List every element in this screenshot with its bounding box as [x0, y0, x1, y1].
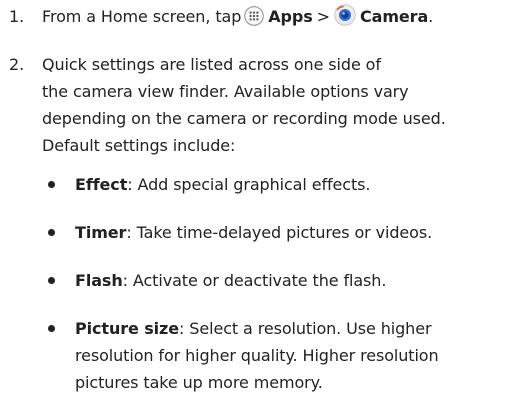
camera-label: Camera [359, 7, 429, 26]
bullet-description: : Activate or deactivate the flash. [122, 271, 387, 290]
apps-label: Apps [268, 7, 313, 26]
text-line: resolution for higher quality. Higher re… [75, 346, 439, 365]
bullet-description: : Take time-delayed pictures or videos. [126, 223, 433, 242]
bullet-term: Timer [75, 223, 127, 242]
bullet-text: Picture size: Select a resolution. Use h… [75, 315, 510, 396]
step-text: From a Home screen, tap Apps > Camera. [42, 3, 512, 34]
text-line: Quick settings are listed across one sid… [42, 55, 381, 74]
bullet-term: Flash [75, 271, 123, 290]
bullet-description: : Add special graphical effects. [127, 175, 371, 194]
step-number: 1. [9, 7, 25, 26]
camera-app-icon [334, 4, 356, 34]
text-line: depending on the camera or recording mod… [42, 109, 446, 128]
text-line: Picture size: Select a resolution. Use h… [75, 315, 510, 342]
instruction-document: 1. From a Home screen, tap Apps > Camera. 2… [0, 0, 515, 395]
step-text: Quick settings are listed across one sid… [42, 51, 512, 159]
bullet-dot [48, 181, 55, 188]
bullet-text: Effect: Add special graphical effects. [75, 171, 510, 198]
bullet-dot [48, 325, 55, 332]
bullet-dot [48, 229, 55, 236]
bullet-term: Picture size [75, 319, 180, 338]
bullet-term: Effect [75, 175, 128, 194]
text-line: Default settings include: [42, 136, 236, 155]
bullet-text: Timer: Take time-delayed pictures or vid… [75, 219, 510, 246]
step-1-suffix: . [428, 7, 434, 26]
bullet-description: : Select a resolution. Use higher [179, 319, 432, 338]
step-1-prefix: From a Home screen, tap [42, 7, 242, 26]
menu-separator: > [316, 7, 330, 26]
bullet-dot [48, 277, 55, 284]
bullet-text: Flash: Activate or deactivate the flash. [75, 267, 510, 294]
apps-grid-icon [244, 6, 265, 34]
step-number: 2. [9, 55, 25, 74]
text-line: the camera view finder. Available option… [42, 82, 409, 101]
text-line: pictures take up more memory. [75, 373, 323, 392]
